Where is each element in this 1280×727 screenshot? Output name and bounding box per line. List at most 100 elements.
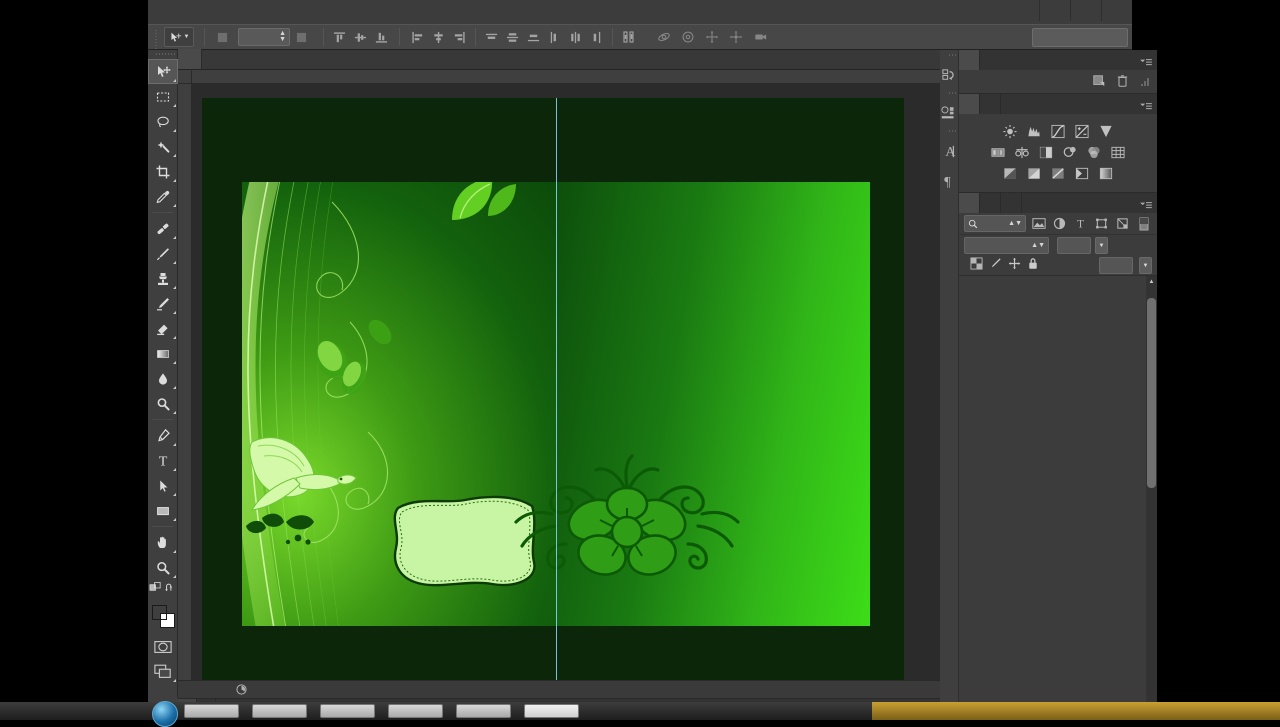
filter-shape-layers-icon[interactable] — [1093, 215, 1110, 232]
brightness-contrast-icon[interactable] — [1001, 123, 1020, 140]
path-selection-tool[interactable] — [148, 473, 178, 498]
tab-styles[interactable] — [980, 94, 1001, 114]
eraser-tool[interactable] — [148, 316, 178, 341]
gradient-map-icon[interactable] — [1097, 165, 1116, 182]
3d-roll-icon[interactable] — [678, 28, 697, 47]
panel-resize-grip[interactable] — [1139, 74, 1149, 92]
3d-slide-icon[interactable] — [726, 28, 745, 47]
menu-view[interactable] — [322, 0, 340, 24]
levels-icon[interactable] — [1025, 123, 1044, 140]
vibrance-icon[interactable] — [1097, 123, 1116, 140]
eyedropper-tool[interactable] — [148, 184, 178, 209]
options-bar-grip[interactable] — [152, 24, 160, 50]
zoom-tool[interactable] — [148, 555, 178, 580]
tab-layers[interactable] — [959, 193, 980, 213]
3d-pan-icon[interactable] — [702, 28, 721, 47]
menu-filter[interactable] — [286, 0, 304, 24]
tab-adjustments[interactable] — [959, 94, 980, 114]
mini-dock-grip[interactable] — [940, 52, 958, 60]
threshold-icon[interactable] — [1049, 165, 1068, 182]
auto-select-option[interactable] — [217, 32, 232, 43]
artboard[interactable] — [202, 98, 904, 680]
lock-all-icon[interactable] — [1027, 257, 1039, 275]
align-horizontal-centers-icon[interactable] — [429, 28, 448, 47]
magic-wand-tool[interactable] — [148, 134, 178, 159]
clone-stamp-tool[interactable] — [148, 266, 178, 291]
taskbar-item[interactable] — [388, 704, 443, 718]
3d-orbit-icon[interactable] — [654, 28, 673, 47]
distribute-top-edges-icon[interactable] — [482, 28, 501, 47]
opacity-slider-button[interactable]: ▼ — [1095, 237, 1108, 254]
distribute-bottom-edges-icon[interactable] — [524, 28, 543, 47]
mini-dock-grip-3[interactable] — [940, 128, 958, 136]
layers-scrollbar[interactable]: ▲ ▼ — [1146, 276, 1157, 719]
delete-swatch-icon[interactable] — [1116, 74, 1129, 93]
align-vertical-centers-icon[interactable] — [351, 28, 370, 47]
tab-swatches[interactable] — [959, 50, 980, 70]
brush-tool[interactable] — [148, 241, 178, 266]
distribute-left-edges-icon[interactable] — [545, 28, 564, 47]
filter-toggle-icon[interactable] — [1135, 215, 1152, 232]
filter-pixel-layers-icon[interactable] — [1030, 215, 1047, 232]
align-bottom-edges-icon[interactable] — [372, 28, 391, 47]
distribute-right-edges-icon[interactable] — [587, 28, 606, 47]
blur-tool[interactable] — [148, 366, 178, 391]
menu-3d[interactable] — [304, 0, 322, 24]
edit-toolbar-icon[interactable] — [149, 581, 162, 599]
layers-scrollbar-thumb[interactable] — [1147, 298, 1156, 488]
channel-mixer-icon[interactable] — [1085, 144, 1104, 161]
invert-icon[interactable] — [1001, 165, 1020, 182]
show-transform-controls-option[interactable] — [296, 32, 311, 43]
horizontal-ruler[interactable] — [192, 70, 940, 84]
horizontal-type-tool[interactable]: T — [148, 448, 178, 473]
new-swatch-icon[interactable] — [1092, 74, 1106, 93]
tab-paths[interactable] — [1001, 193, 1022, 213]
character-panel-icon[interactable]: A — [940, 136, 958, 166]
auto-select-scope-dropdown[interactable]: ▲▼ — [238, 28, 290, 46]
document-info-icon[interactable] — [230, 684, 252, 695]
black-white-icon[interactable] — [1037, 144, 1056, 161]
quick-mask-mode-icon[interactable] — [148, 634, 178, 659]
mini-dock-grip-2[interactable] — [940, 90, 958, 98]
history-brush-tool[interactable] — [148, 291, 178, 316]
tab-channels[interactable] — [980, 193, 1001, 213]
dodge-tool[interactable] — [148, 391, 178, 416]
swap-colors-icon[interactable] — [164, 581, 176, 599]
foreground-color-swatch[interactable] — [152, 605, 167, 620]
opacity-value[interactable] — [1057, 237, 1091, 254]
history-panel-icon[interactable] — [940, 60, 958, 90]
layer-list[interactable]: ▲ ▼ — [959, 276, 1157, 719]
3d-camera-icon[interactable] — [750, 28, 769, 47]
ruler-corner[interactable] — [178, 70, 192, 84]
curves-icon[interactable] — [1049, 123, 1068, 140]
distribute-vertical-centers-icon[interactable] — [503, 28, 522, 47]
filter-adjustment-layers-icon[interactable] — [1051, 215, 1068, 232]
workspace-switcher[interactable] — [1032, 28, 1128, 47]
exposure-icon[interactable] — [1073, 123, 1092, 140]
document-tab[interactable] — [178, 49, 202, 69]
rectangle-tool[interactable] — [148, 498, 178, 523]
toolbar-grip[interactable] — [148, 50, 177, 59]
taskbar-item-active[interactable] — [524, 704, 579, 718]
crop-tool[interactable] — [148, 159, 178, 184]
spot-healing-brush-tool[interactable] — [148, 216, 178, 241]
menu-select[interactable] — [268, 0, 286, 24]
color-balance-icon[interactable] — [1013, 144, 1032, 161]
vertical-ruler[interactable] — [178, 84, 192, 680]
close-button[interactable] — [1101, 0, 1132, 21]
align-right-edges-icon[interactable] — [450, 28, 469, 47]
current-tool-preview[interactable]: ▼ — [164, 27, 194, 47]
menu-layer[interactable] — [232, 0, 250, 24]
scroll-up-arrow-icon[interactable]: ▲ — [1147, 277, 1156, 287]
restore-button[interactable] — [1070, 0, 1101, 21]
blend-mode-dropdown[interactable]: ▲▼ — [964, 237, 1049, 254]
align-top-edges-icon[interactable] — [330, 28, 349, 47]
properties-panel-icon[interactable] — [940, 98, 958, 128]
layer-filter-kind-dropdown[interactable]: ▲▼ — [964, 215, 1026, 232]
start-button[interactable] — [152, 701, 178, 727]
fill-slider-button[interactable]: ▼ — [1139, 257, 1152, 274]
menu-help[interactable] — [358, 0, 376, 24]
color-lookup-icon[interactable] — [1109, 144, 1128, 161]
selective-color-icon[interactable] — [1073, 165, 1092, 182]
foreground-background-color[interactable] — [148, 602, 178, 634]
